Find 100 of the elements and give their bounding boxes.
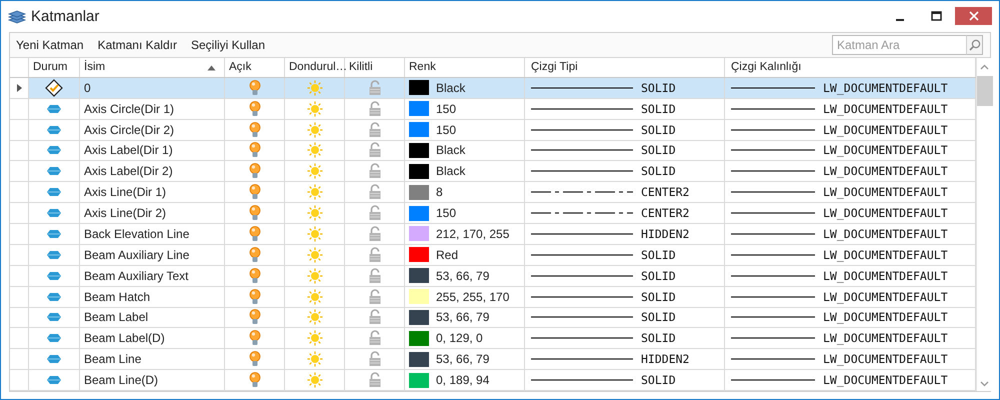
open-lock-icon[interactable] — [368, 205, 382, 222]
layer-row[interactable]: Beam Auxiliary Text 53, 66, 79 SOLID LW_DOCUMENTDEFAULT — [10, 266, 976, 287]
column-header[interactable]: Durum — [29, 58, 80, 77]
color-swatch[interactable] — [409, 372, 429, 388]
color-label: 212, 170, 255 — [436, 226, 510, 241]
lit-bulb-icon[interactable] — [248, 246, 260, 263]
lit-bulb-icon[interactable] — [248, 122, 260, 138]
lit-bulb-icon[interactable] — [248, 330, 260, 346]
column-header[interactable]: Kilitli — [345, 58, 405, 77]
lineweight-label: LW_DOCUMENTDEFAULT — [823, 185, 948, 200]
lineweight-label: LW_DOCUMENTDEFAULT — [823, 373, 948, 388]
sun-icon[interactable] — [306, 163, 322, 180]
open-lock-icon[interactable] — [368, 184, 382, 200]
lit-bulb-icon[interactable] — [248, 142, 260, 158]
layer-row[interactable]: Beam Label(D) 0, 129, 0 SOLID LW_DOCUMENTDEFAULT — [10, 328, 976, 350]
toolbar-button[interactable]: Seçiliyi Kullan — [190, 38, 272, 52]
scrollbar-thumb[interactable] — [976, 76, 992, 106]
color-swatch[interactable] — [409, 142, 429, 158]
open-lock-icon[interactable] — [368, 122, 382, 138]
sun-icon[interactable] — [306, 268, 322, 284]
close-button[interactable] — [955, 7, 992, 25]
layer-row[interactable]: Beam Label 53, 66, 79 SOLID LW_DOCUMENTDEFAULT — [10, 308, 976, 328]
sun-icon[interactable] — [306, 122, 322, 138]
layer-row[interactable]: Axis Line(Dir 1) 8 CENTER2 LW_DOCUMENTDEFAULT — [10, 182, 976, 204]
toolbar-button[interactable]: Katmanı Kaldır — [98, 38, 183, 52]
open-lock-icon[interactable] — [368, 288, 382, 305]
layer-row[interactable]: Back Elevation Line 212, 170, 255 HIDDEN2 LW_DOCUMENTDEFAULT — [10, 224, 976, 245]
sun-icon[interactable] — [306, 205, 322, 222]
color-swatch[interactable] — [409, 352, 429, 367]
lit-bulb-icon[interactable] — [248, 100, 260, 117]
search-button[interactable] — [966, 35, 983, 55]
scroll-down-icon[interactable] — [980, 381, 989, 387]
column-header[interactable]: İsim — [80, 58, 225, 77]
layer-row[interactable]: Beam Line 53, 66, 79 HIDDEN2 LW_DOCUMENTDEFAULT — [10, 349, 976, 370]
color-swatch[interactable] — [409, 289, 429, 304]
sun-icon[interactable] — [306, 372, 322, 388]
sun-icon[interactable] — [306, 288, 322, 305]
sun-icon[interactable] — [306, 351, 322, 368]
color-swatch[interactable] — [409, 268, 429, 284]
sun-icon[interactable] — [306, 330, 322, 346]
color-swatch[interactable] — [409, 310, 429, 325]
table-cell: Beam Label — [80, 308, 225, 328]
lit-bulb-icon[interactable] — [248, 351, 260, 368]
sun-icon[interactable] — [306, 100, 322, 117]
layer-row[interactable]: 0 Black SOLID LW_DOCUMENTDEFAULT — [10, 78, 976, 99]
open-lock-icon[interactable] — [368, 100, 382, 117]
open-lock-icon[interactable] — [368, 309, 382, 326]
open-lock-icon[interactable] — [368, 163, 382, 180]
lit-bulb-icon[interactable] — [248, 309, 260, 326]
open-lock-icon[interactable] — [368, 80, 382, 96]
layer-row[interactable]: Beam Auxiliary Line Red SOLID LW_DOCUMENTDEFAULT — [10, 244, 976, 266]
color-swatch[interactable] — [409, 206, 429, 221]
open-lock-icon[interactable] — [368, 372, 382, 388]
lit-bulb-icon[interactable] — [248, 226, 260, 242]
color-label: Red — [436, 248, 458, 262]
color-swatch[interactable] — [409, 226, 429, 242]
layer-row[interactable]: Axis Label(Dir 2) Black SOLID LW_DOCUMENTDEFAULT — [10, 161, 976, 182]
scroll-up-icon[interactable] — [980, 64, 989, 70]
lit-bulb-icon[interactable] — [248, 163, 260, 180]
lit-bulb-icon[interactable] — [248, 372, 260, 388]
color-swatch[interactable] — [409, 80, 429, 96]
vertical-scrollbar[interactable] — [976, 58, 992, 391]
layer-row[interactable]: Beam Line(D) 0, 189, 94 SOLID LW_DOCUMENTDEFAULT — [10, 370, 976, 391]
column-header[interactable]: Renk — [405, 58, 525, 77]
open-lock-icon[interactable] — [368, 351, 382, 368]
column-header[interactable]: Açık — [225, 58, 285, 77]
column-header[interactable]: Dondurul… — [285, 58, 345, 77]
lit-bulb-icon[interactable] — [248, 80, 260, 96]
color-swatch[interactable] — [409, 101, 429, 116]
lit-bulb-icon[interactable] — [248, 268, 260, 284]
column-header[interactable]: Çizgi Tipi — [525, 58, 725, 77]
sun-icon[interactable] — [306, 142, 322, 158]
layer-row[interactable]: Axis Circle(Dir 2) 150 SOLID LW_DOCUMENTDEFAULT — [10, 120, 976, 140]
layer-row[interactable]: Axis Line(Dir 2) 150 CENTER2 LW_DOCUMENTDEFAULT — [10, 203, 976, 224]
layer-row[interactable]: Axis Circle(Dir 1) 150 SOLID LW_DOCUMENTDEFAULT — [10, 98, 976, 120]
color-swatch[interactable] — [409, 247, 429, 262]
color-label: 150 — [436, 206, 456, 220]
layer-row[interactable]: Beam Hatch 255, 255, 170 SOLID LW_DOCUMENTDEFAULT — [10, 286, 976, 308]
color-swatch[interactable] — [409, 330, 429, 346]
open-lock-icon[interactable] — [368, 268, 382, 284]
open-lock-icon[interactable] — [368, 142, 382, 158]
color-swatch[interactable] — [409, 122, 429, 138]
open-lock-icon[interactable] — [368, 330, 382, 346]
color-swatch[interactable] — [409, 164, 429, 179]
linetype-label: SOLID — [641, 80, 676, 95]
sun-icon[interactable] — [306, 226, 322, 242]
open-lock-icon[interactable] — [368, 246, 382, 263]
sun-icon[interactable] — [306, 246, 322, 263]
open-lock-icon[interactable] — [368, 226, 382, 242]
lit-bulb-icon[interactable] — [248, 205, 260, 222]
lit-bulb-icon[interactable] — [248, 184, 260, 200]
sun-icon[interactable] — [306, 80, 322, 96]
search-field[interactable]: Katman Ara — [832, 35, 966, 55]
color-swatch[interactable] — [409, 184, 429, 200]
sun-icon[interactable] — [306, 309, 322, 326]
layer-row[interactable]: Axis Label(Dir 1) Black SOLID LW_DOCUMENTDEFAULT — [10, 140, 976, 162]
toolbar-button[interactable]: Yeni Katman — [16, 38, 90, 52]
sun-icon[interactable] — [306, 184, 322, 200]
solid-line-icon — [731, 169, 815, 174]
lit-bulb-icon[interactable] — [248, 288, 260, 305]
